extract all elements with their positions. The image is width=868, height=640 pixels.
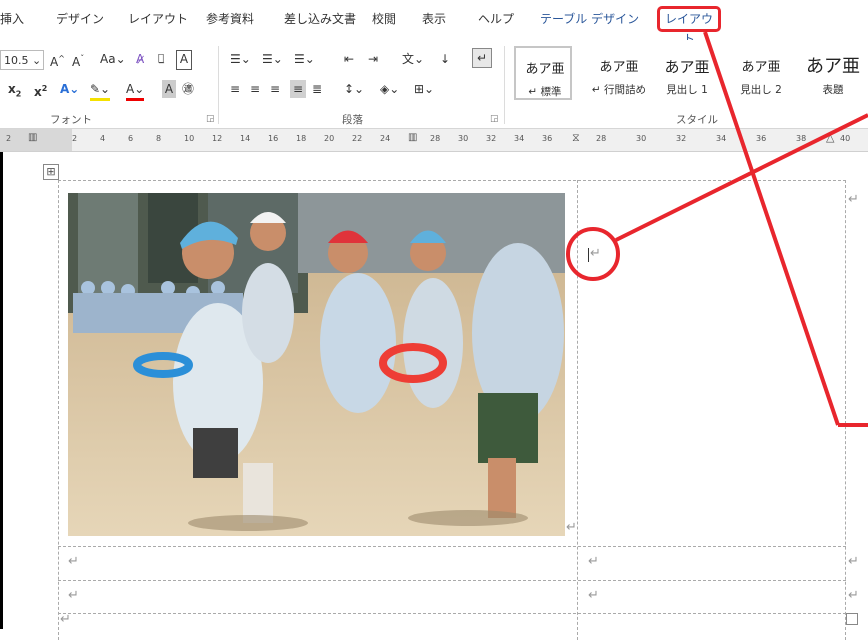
annotation-line — [615, 113, 868, 242]
annotation-lines — [615, 31, 868, 427]
annotation-line — [703, 31, 840, 426]
